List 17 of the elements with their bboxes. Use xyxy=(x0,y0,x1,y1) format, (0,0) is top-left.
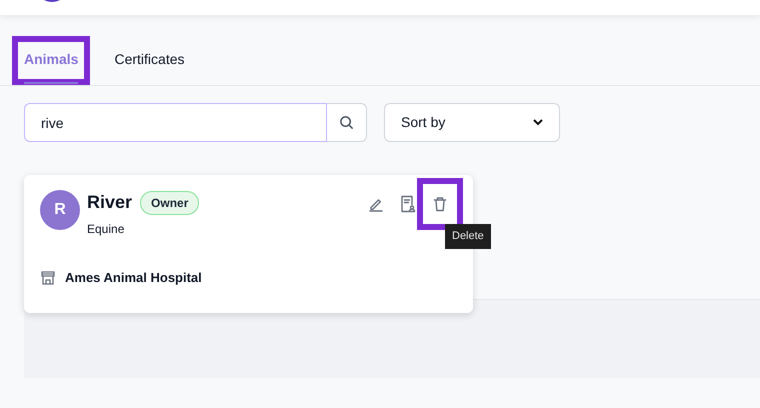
animal-name: River xyxy=(87,191,132,214)
chevron-down-icon xyxy=(533,119,543,126)
species-label: Equine xyxy=(87,221,126,238)
document-icon xyxy=(400,195,416,213)
clinic-name: Ames Animal Hospital xyxy=(65,269,202,287)
trash-icon xyxy=(432,196,448,212)
tooltip: Delete xyxy=(445,224,491,248)
search-button[interactable] xyxy=(327,103,367,142)
storefront-icon xyxy=(40,270,56,286)
avatar: R xyxy=(40,190,80,230)
sort-dropdown[interactable]: Sort by xyxy=(384,103,560,142)
search-field[interactable]: rive xyxy=(24,103,327,142)
delete-button[interactable] xyxy=(417,178,463,230)
tab[interactable]: Certificates xyxy=(102,36,196,85)
owner-badge: Owner xyxy=(140,190,200,214)
search-icon xyxy=(339,115,354,130)
tab[interactable]: Animals xyxy=(12,36,90,85)
